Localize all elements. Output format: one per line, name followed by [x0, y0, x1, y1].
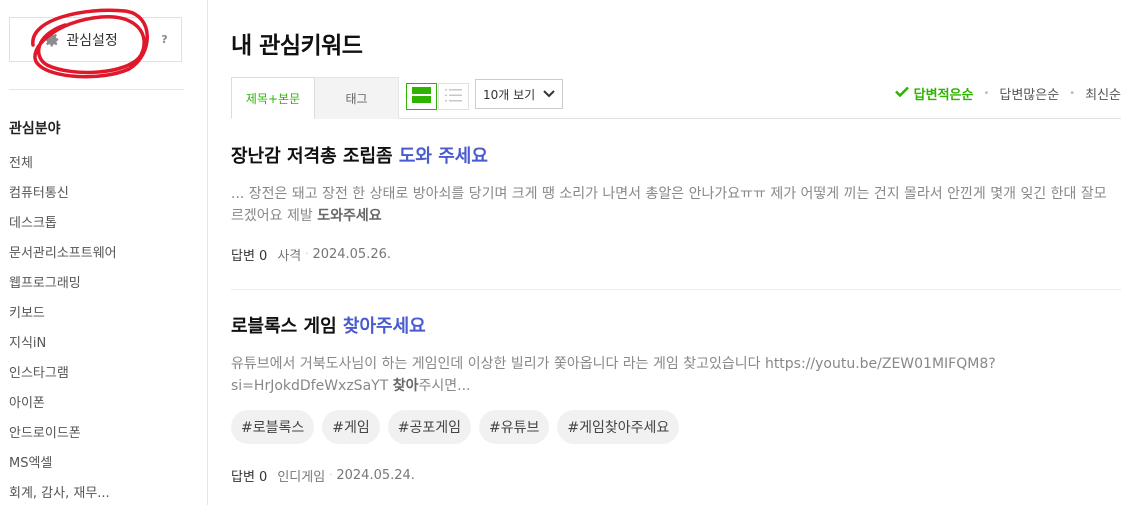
question-meta: 답변 0 인디게임 · 2024.05.24. [231, 466, 1121, 485]
view-count-select[interactable]: 10개 보기 [475, 79, 563, 109]
question-date: 2024.05.26. [312, 247, 392, 262]
sort-latest[interactable]: 최신순 [1085, 84, 1121, 103]
tag-chip[interactable]: #로블록스 [231, 410, 315, 444]
snippet-text: 유튜브에서 거북도사님이 하는 게임인데 이상한 빌리가 쫓아옵니다 라는 게임… [231, 356, 996, 394]
answer-count: 답변 0 [231, 249, 268, 264]
category-item-ms-excel[interactable]: MS엑셀 [9, 454, 117, 484]
category-item-iphone[interactable]: 아이폰 [9, 394, 117, 424]
meta-separator: · [329, 470, 333, 481]
category-item-desktop[interactable]: 데스크톱 [9, 214, 117, 244]
sidebar: 관심설정 ? 관심분야 전체 컴퓨터통신 데스크톱 문서관리소프트웨어 웹프로그… [0, 0, 208, 505]
snippet-keyword: 찾아 [392, 378, 419, 394]
snippet-keyword: 도와주세요 [317, 208, 382, 224]
category-list: 전체 컴퓨터통신 데스크톱 문서관리소프트웨어 웹프로그래밍 키보드 지식iN … [9, 154, 117, 505]
check-icon [894, 86, 909, 101]
sort-options: 답변적은순 • 답변많은순 • 최신순 [894, 82, 1121, 104]
post-divider [231, 289, 1121, 290]
question-title-keyword: 도와 주세요 [398, 146, 488, 167]
gear-icon [42, 31, 60, 49]
view-count-label: 10개 보기 [483, 87, 536, 102]
question-category[interactable]: 인디게임 [277, 466, 325, 485]
interest-settings-box: 관심설정 ? [9, 17, 182, 62]
category-item-kin[interactable]: 지식iN [9, 334, 117, 364]
category-item-instagram[interactable]: 인스타그램 [9, 364, 117, 394]
answer-count: 답변 0 [231, 470, 268, 485]
tag-chip[interactable]: #유튜브 [479, 410, 550, 444]
category-item-web-programming[interactable]: 웹프로그래밍 [9, 274, 117, 304]
interest-settings-button[interactable]: 관심설정 [10, 18, 150, 61]
tab-title-body[interactable]: 제목+본문 [231, 77, 315, 119]
sort-separator: • [1069, 87, 1076, 99]
sort-most-answers[interactable]: 답변많은순 [999, 84, 1059, 103]
snippet-tail: 주시면... [418, 378, 471, 394]
category-item-all[interactable]: 전체 [9, 154, 117, 184]
interest-settings-label: 관심설정 [66, 32, 118, 49]
tag-chip[interactable]: #게임찾아주세요 [557, 410, 680, 444]
question-title[interactable]: 로블록스 게임 찾아주세요 [231, 312, 1121, 338]
chevron-down-icon [543, 88, 555, 102]
question-snippet[interactable]: 유튜브에서 거북도사님이 하는 게임인데 이상한 빌리가 쫓아옵니다 라는 게임… [231, 353, 1111, 397]
card-view-button[interactable] [406, 83, 437, 110]
list-view-button[interactable] [438, 83, 469, 110]
sort-separator: • [983, 87, 990, 99]
meta-separator: · [305, 249, 309, 260]
sidebar-divider [9, 89, 184, 90]
tag-list: #로블록스 #게임 #공포게임 #유튜브 #게임찾아주세요 [231, 410, 1121, 444]
question-meta: 답변 0 사격 · 2024.05.26. [231, 245, 1121, 264]
page-title: 내 관심키워드 [231, 33, 363, 59]
question-item: 로블록스 게임 찾아주세요 유튜브에서 거북도사님이 하는 게임인데 이상한 빌… [231, 312, 1121, 485]
category-item-document-software[interactable]: 문서관리소프트웨어 [9, 244, 117, 274]
category-item-android[interactable]: 안드로이드폰 [9, 424, 117, 454]
tag-chip[interactable]: #게임 [322, 410, 380, 444]
question-title[interactable]: 장난감 저격총 조립좀 도와 주세요 [231, 142, 1121, 168]
question-date: 2024.05.24. [336, 468, 415, 483]
question-title-text: 장난감 저격총 조립좀 [231, 146, 399, 167]
toolbar: 제목+본문 태그 10개 보기 답변적은순 • 답변많은순 • 최신순 [231, 77, 1121, 119]
question-category[interactable]: 사격 [277, 245, 301, 264]
sort-least-answers[interactable]: 답변적은순 [894, 84, 974, 103]
category-item-accounting[interactable]: 회계, 감사, 재무... [9, 484, 117, 505]
tag-chip[interactable]: #공포게임 [387, 410, 472, 444]
list-view-icon [445, 87, 462, 106]
sort-least-answers-label: 답변적은순 [913, 87, 974, 103]
question-title-keyword: 찾아주세요 [342, 316, 426, 337]
main-content: 내 관심키워드 제목+본문 태그 10개 보기 답변적은순 • 답변많은순 • … [231, 0, 1121, 505]
tab-tag[interactable]: 태그 [315, 77, 399, 119]
question-title-text: 로블록스 게임 [231, 316, 343, 337]
question-snippet[interactable]: ... 장전은 돼고 장전 한 상태로 방아쇠를 당기며 크게 땡 소리가 나면… [231, 183, 1111, 227]
category-item-computer[interactable]: 컴퓨터통신 [9, 184, 117, 214]
category-title: 관심분야 [9, 121, 61, 137]
card-view-icon [412, 86, 431, 107]
category-item-keyboard[interactable]: 키보드 [9, 304, 117, 334]
help-button[interactable]: ? [148, 18, 181, 61]
question-item: 장난감 저격총 조립좀 도와 주세요 ... 장전은 돼고 장전 한 상태로 방… [231, 142, 1121, 264]
